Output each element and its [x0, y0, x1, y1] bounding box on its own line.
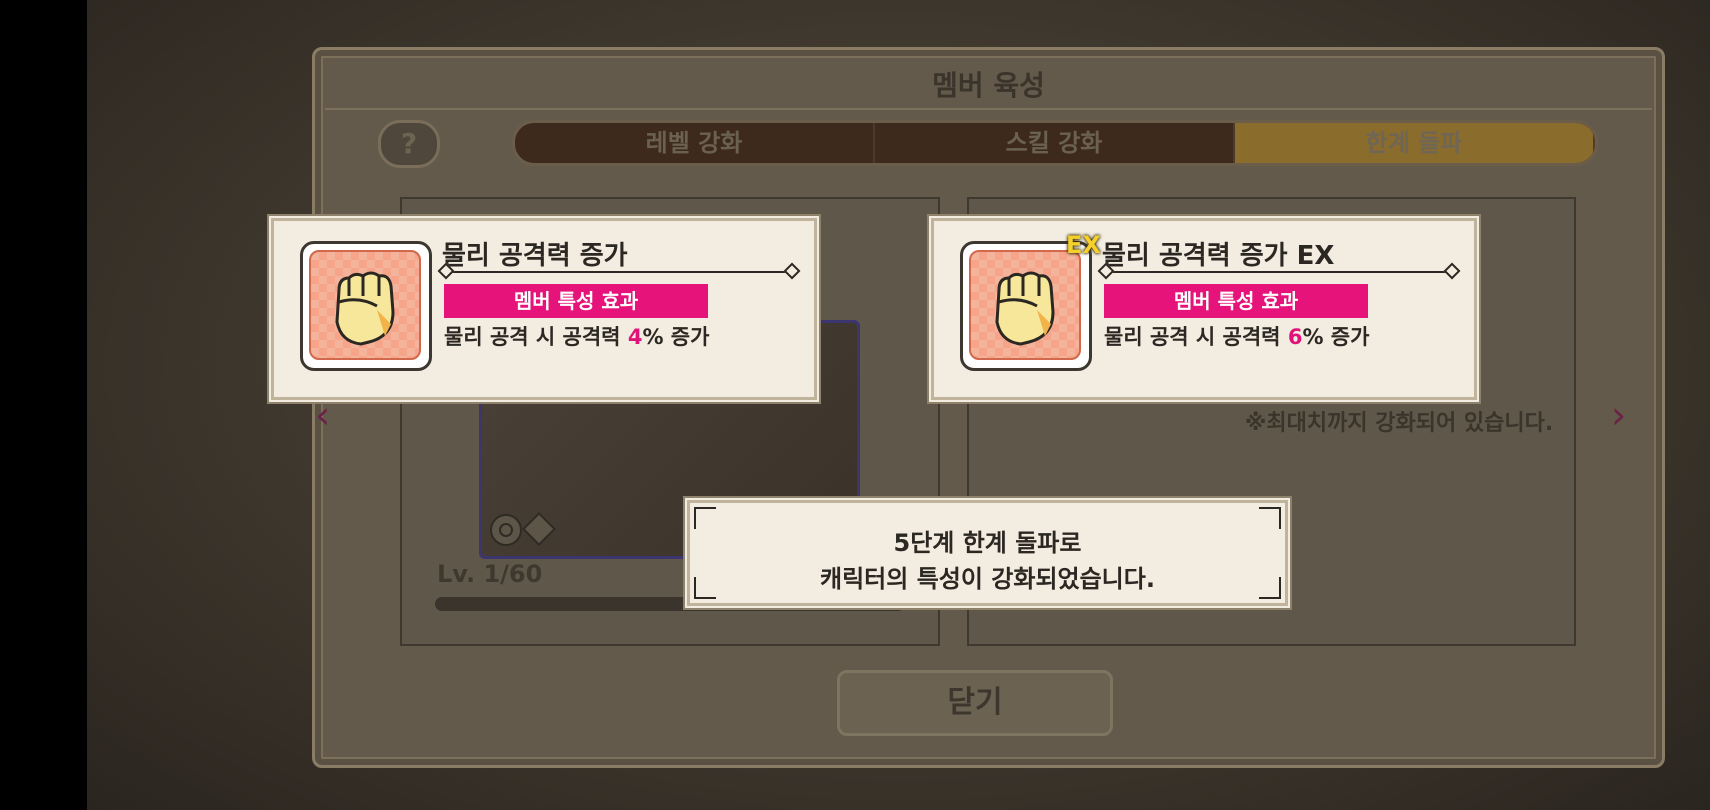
tab-bar: 레벨 강화 스킬 강화 한계 돌파 — [512, 120, 1598, 166]
skill-value: 6 — [1287, 325, 1303, 349]
limit-break-message: 5단계 한계 돌파로 캐릭터의 특성이 강화되었습니다. — [687, 500, 1288, 606]
skill-after-card: EX 물리 공격력 증가 EX 멤버 특성 효과 물리 공격 시 공격력 6% … — [931, 218, 1477, 400]
skill-name: 물리 공격력 증가 EX — [1102, 241, 1335, 271]
help-button[interactable]: ? — [378, 120, 440, 168]
tab-limit-break[interactable]: 한계 돌파 — [1235, 123, 1595, 163]
skill-before-card: 물리 공격력 증가 멤버 특성 효과 물리 공격 시 공격력 4% 증가 — [271, 218, 817, 400]
character-level: Lv. 1/60 — [437, 560, 543, 588]
skill-tag: 멤버 특성 효과 — [444, 284, 708, 318]
prev-arrow-icon[interactable]: ‹ — [315, 395, 341, 435]
tab-level-up[interactable]: 레벨 강화 — [515, 123, 875, 163]
skill-divider — [1097, 262, 1461, 280]
fist-icon — [995, 271, 1055, 346]
message-line-2: 캐릭터의 특성이 강화되었습니다. — [820, 565, 1155, 593]
skill-icon-frame — [300, 241, 432, 371]
panel-title: 멤버 육성 — [932, 69, 1045, 102]
title-divider — [325, 108, 1652, 110]
role-icons — [490, 512, 556, 546]
skill-description: 물리 공격 시 공격력 4% 증가 — [444, 325, 710, 349]
max-note: ※최대치까지 강화되어 있습니다. — [1245, 411, 1554, 436]
skill-tag: 멤버 특성 효과 — [1104, 284, 1368, 318]
next-arrow-icon[interactable]: › — [1611, 395, 1637, 435]
skill-value: 4 — [627, 325, 643, 349]
skill-name: 물리 공격력 증가 — [442, 241, 628, 271]
game-background: 멤버 육성 ? 레벨 강화 스킬 강화 한계 돌파 Lv. 1/60 ※최대치까… — [87, 0, 1710, 810]
message-line-1: 5단계 한계 돌파로 — [893, 529, 1082, 557]
fist-icon — [335, 271, 395, 346]
close-button[interactable]: 닫기 — [837, 670, 1113, 736]
tab-skill-up[interactable]: 스킬 강화 — [875, 123, 1235, 163]
skill-icon-frame — [960, 241, 1092, 371]
skill-divider — [437, 262, 801, 280]
skill-description: 물리 공격 시 공격력 6% 증가 — [1104, 325, 1370, 349]
member-training-panel: 멤버 육성 ? 레벨 강화 스킬 강화 한계 돌파 Lv. 1/60 ※최대치까… — [312, 47, 1665, 768]
